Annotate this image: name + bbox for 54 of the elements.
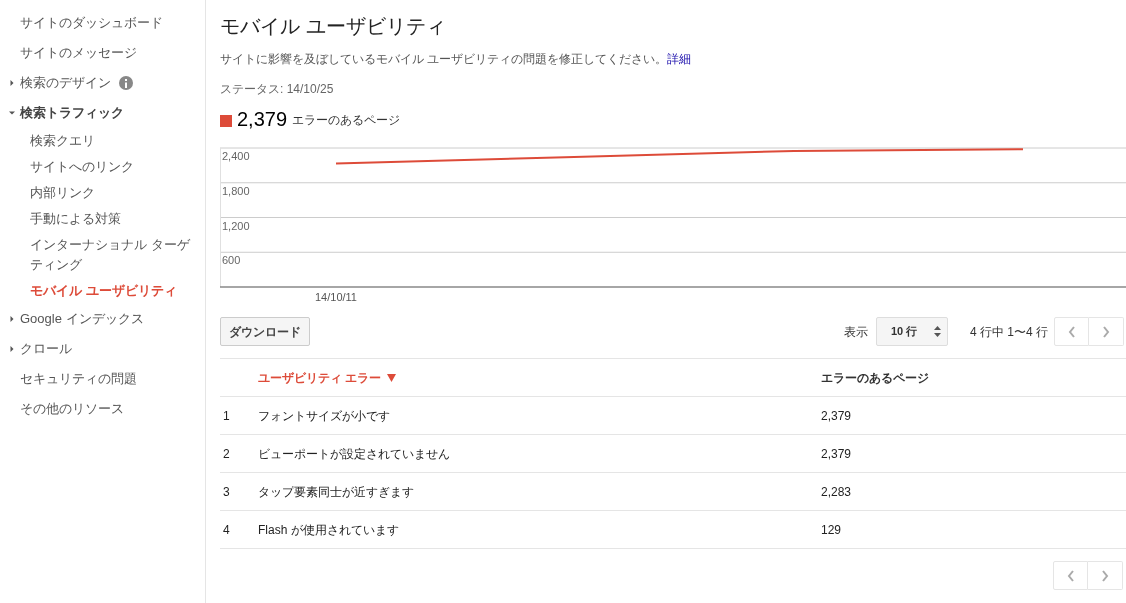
table-cell-text: タップ要素同士が近すぎます xyxy=(258,483,415,501)
row-number: 2 xyxy=(222,445,231,463)
sidebar-item[interactable]: サイトのメッセージ xyxy=(20,45,137,61)
sidebar-subitem[interactable]: インターナショナル ターゲティング xyxy=(0,232,205,278)
info-icon[interactable] xyxy=(119,76,133,90)
table-cell-text: 2,379 xyxy=(821,407,852,425)
sidebar-subitem[interactable]: 内部リンク xyxy=(0,180,205,206)
chevron-right-icon xyxy=(1102,325,1110,338)
sidebar-subitem[interactable]: モバイル ユーザビリティ xyxy=(0,278,205,304)
y-tick-label: 1,200 xyxy=(222,219,250,232)
sidebar-item[interactable]: サイトのダッシュボード xyxy=(20,15,163,31)
sidebar-item[interactable]: Google インデックス xyxy=(20,311,144,327)
expand-arrow-icon[interactable] xyxy=(8,79,16,87)
legend-label: エラーのあるページ xyxy=(292,112,401,129)
expand-arrow-icon[interactable] xyxy=(8,315,16,323)
y-tick-label: 600 xyxy=(222,254,241,267)
sidebar-item[interactable]: その他のリソース xyxy=(20,401,124,417)
table-cell-text: 129 xyxy=(821,521,842,539)
error-count: 2,379 xyxy=(237,108,288,130)
rows-label: 表示 xyxy=(843,323,868,341)
table-cell-text: Flash が使用されています xyxy=(258,521,400,539)
sidebar-subitem[interactable]: サイトへのリンク xyxy=(0,154,205,180)
table-cell-text: 2,283 xyxy=(821,483,852,501)
expand-arrow-icon[interactable] xyxy=(8,345,16,353)
download-button[interactable]: ダウンロード xyxy=(220,317,310,346)
table-cell-text: ビューポートが設定されていません xyxy=(258,445,451,463)
sidebar-subitem[interactable]: 検索クエリ xyxy=(0,128,205,154)
chevron-left-icon xyxy=(1066,569,1075,582)
table-cell-text: フォントサイズが小です xyxy=(258,407,391,425)
row-number: 1 xyxy=(222,407,231,425)
column-header[interactable]: エラーのあるページ xyxy=(821,368,929,387)
status-date: ステータス: 14/10/25 xyxy=(220,81,335,98)
x-axis-date-label: 14/10/11 xyxy=(315,291,357,303)
row-number: 3 xyxy=(222,483,231,501)
chevron-left-icon xyxy=(1067,325,1076,338)
chevron-right-icon xyxy=(1101,569,1109,582)
sidebar-item[interactable]: クロール xyxy=(20,341,72,357)
sidebar-item[interactable]: セキュリティの問題 xyxy=(20,371,137,387)
sidebar-item[interactable]: 検索トラフィック xyxy=(20,105,124,121)
column-header[interactable]: ユーザビリティ エラー xyxy=(258,368,821,387)
row-range: 4 行中 1〜4 行 xyxy=(969,323,1048,341)
table-cell-text: 2,379 xyxy=(821,445,852,463)
sort-arrows-icon xyxy=(933,326,941,337)
page-description: サイトに影響を及ぼしているモバイル ユーザビリティの問題を修正してください。 xyxy=(220,52,668,66)
row-number: 4 xyxy=(222,521,231,539)
y-tick-label: 1,800 xyxy=(222,184,250,197)
sort-descending-icon xyxy=(387,373,397,382)
details-link[interactable]: 詳細 xyxy=(667,52,692,66)
y-tick-label: 2,400 xyxy=(222,150,250,162)
rows-per-page-select[interactable]: 10 行 xyxy=(875,317,948,346)
sidebar-item[interactable]: 検索のデザイン xyxy=(20,75,111,91)
page-title: モバイル ユーザビリティ xyxy=(220,14,447,39)
sidebar-subitem[interactable]: 手動による対策 xyxy=(0,206,205,232)
collapse-arrow-icon[interactable] xyxy=(8,109,16,117)
